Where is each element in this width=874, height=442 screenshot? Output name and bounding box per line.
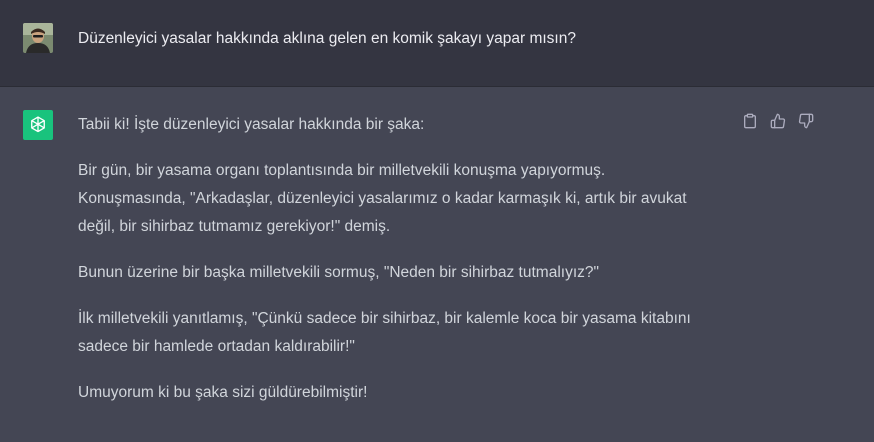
answer-paragraph-story: Bir gün, bir yasama organı toplantısında… (78, 157, 728, 241)
thumbs-down-button[interactable] (796, 111, 816, 131)
user-message-row: Düzenleyici yasalar hakkında aklına gele… (0, 0, 874, 87)
answer-paragraph-punchline: İlk milletvekili yanıtlamış, "Çünkü sade… (78, 305, 728, 361)
thumbs-up-button[interactable] (768, 111, 788, 131)
answer-line: Konuşmasında, "Arkadaşlar, düzenleyici y… (78, 190, 687, 207)
thumbs-down-icon (798, 113, 814, 129)
assistant-message-row: Tabii ki! İşte düzenleyici yasalar hakkı… (0, 87, 874, 442)
user-photo-avatar-icon (23, 23, 53, 53)
answer-line: sadece bir hamlede ortadan kaldırabilir!… (78, 338, 355, 355)
answer-line: Bir gün, bir yasama organı toplantısında… (78, 162, 606, 179)
clipboard-icon (744, 113, 756, 129)
user-avatar (23, 23, 53, 53)
answer-paragraph-closing: Umuyorum ki bu şaka sizi güldürebilmişti… (78, 384, 368, 401)
message-actions (740, 111, 816, 131)
answer-paragraph-question: Bunun üzerine bir başka milletvekili sor… (78, 264, 599, 281)
answer-line: İlk milletvekili yanıtlamış, "Çünkü sade… (78, 310, 691, 327)
answer-paragraph-intro: Tabii ki! İşte düzenleyici yasalar hakkı… (78, 116, 425, 133)
copy-button[interactable] (740, 111, 760, 131)
openai-logo-icon (31, 116, 45, 133)
assistant-message-text: Tabii ki! İşte düzenleyici yasalar hakkı… (78, 111, 728, 425)
thumbs-up-icon (770, 113, 786, 129)
user-message-text: Düzenleyici yasalar hakkında aklına gele… (78, 30, 576, 47)
assistant-avatar (23, 110, 53, 140)
answer-line: değil, bir sihirbaz tutmamız gerekiyor!"… (78, 218, 391, 235)
